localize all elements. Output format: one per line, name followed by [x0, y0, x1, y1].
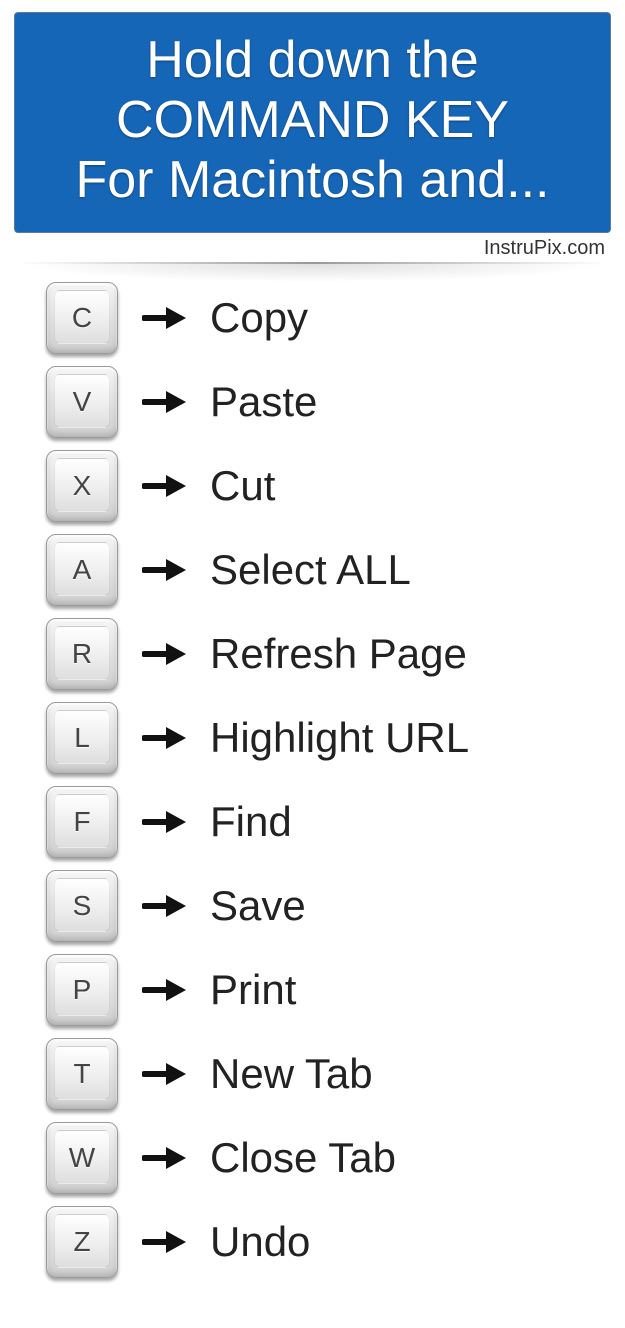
- shortcut-list: C Copy V Paste X Cut A Select ALL R Refresh Page L…: [0, 282, 625, 1278]
- key-label: W: [69, 1142, 95, 1174]
- keycap: A: [46, 534, 118, 606]
- arrow-icon: [142, 303, 186, 333]
- arrow-icon: [142, 891, 186, 921]
- action-label: New Tab: [210, 1050, 373, 1098]
- action-label: Undo: [210, 1218, 310, 1266]
- shortcut-row: T New Tab: [46, 1038, 597, 1110]
- shortcut-row: C Copy: [46, 282, 597, 354]
- action-label: Refresh Page: [210, 630, 467, 678]
- key-label: T: [73, 1058, 90, 1090]
- action-label: Save: [210, 882, 306, 930]
- shortcut-row: S Save: [46, 870, 597, 942]
- arrow-icon: [142, 1143, 186, 1173]
- shortcut-row: V Paste: [46, 366, 597, 438]
- separator-shadow: [18, 264, 607, 282]
- key-label: P: [73, 974, 92, 1006]
- key-label: X: [73, 470, 92, 502]
- key-label: V: [73, 386, 92, 418]
- arrow-icon: [142, 807, 186, 837]
- action-label: Select ALL: [210, 546, 411, 594]
- key-label: A: [73, 554, 92, 586]
- key-label: F: [73, 806, 90, 838]
- keycap: F: [46, 786, 118, 858]
- header-line-1: Hold down the: [23, 31, 602, 91]
- shortcut-row: F Find: [46, 786, 597, 858]
- shortcut-row: A Select ALL: [46, 534, 597, 606]
- keycap: C: [46, 282, 118, 354]
- keycap: V: [46, 366, 118, 438]
- shortcut-row: L Highlight URL: [46, 702, 597, 774]
- arrow-icon: [142, 975, 186, 1005]
- shortcut-row: X Cut: [46, 450, 597, 522]
- arrow-icon: [142, 387, 186, 417]
- keycap: S: [46, 870, 118, 942]
- action-label: Find: [210, 798, 292, 846]
- action-label: Cut: [210, 462, 275, 510]
- arrow-icon: [142, 471, 186, 501]
- keycap: T: [46, 1038, 118, 1110]
- keycap: W: [46, 1122, 118, 1194]
- keycap: R: [46, 618, 118, 690]
- key-label: S: [73, 890, 92, 922]
- action-label: Print: [210, 966, 296, 1014]
- shortcut-row: Z Undo: [46, 1206, 597, 1278]
- key-label: C: [72, 302, 92, 334]
- header-banner: Hold down the COMMAND KEY For Macintosh …: [14, 12, 611, 233]
- action-label: Close Tab: [210, 1134, 396, 1182]
- arrow-icon: [142, 639, 186, 669]
- keycap: Z: [46, 1206, 118, 1278]
- keycap: X: [46, 450, 118, 522]
- header-line-3: For Macintosh and...: [23, 151, 602, 211]
- action-label: Paste: [210, 378, 317, 426]
- arrow-icon: [142, 723, 186, 753]
- arrow-icon: [142, 555, 186, 585]
- shortcut-row: W Close Tab: [46, 1122, 597, 1194]
- shortcut-row: P Print: [46, 954, 597, 1026]
- arrow-icon: [142, 1227, 186, 1257]
- key-label: L: [74, 722, 90, 754]
- keycap: P: [46, 954, 118, 1026]
- header-line-2: COMMAND KEY: [23, 91, 602, 151]
- arrow-icon: [142, 1059, 186, 1089]
- attribution-row: InstruPix.com: [0, 233, 625, 260]
- attribution-text: InstruPix.com: [484, 237, 605, 260]
- key-label: Z: [73, 1226, 90, 1258]
- action-label: Copy: [210, 294, 308, 342]
- keycap: L: [46, 702, 118, 774]
- key-label: R: [72, 638, 92, 670]
- action-label: Highlight URL: [210, 714, 469, 762]
- shortcut-row: R Refresh Page: [46, 618, 597, 690]
